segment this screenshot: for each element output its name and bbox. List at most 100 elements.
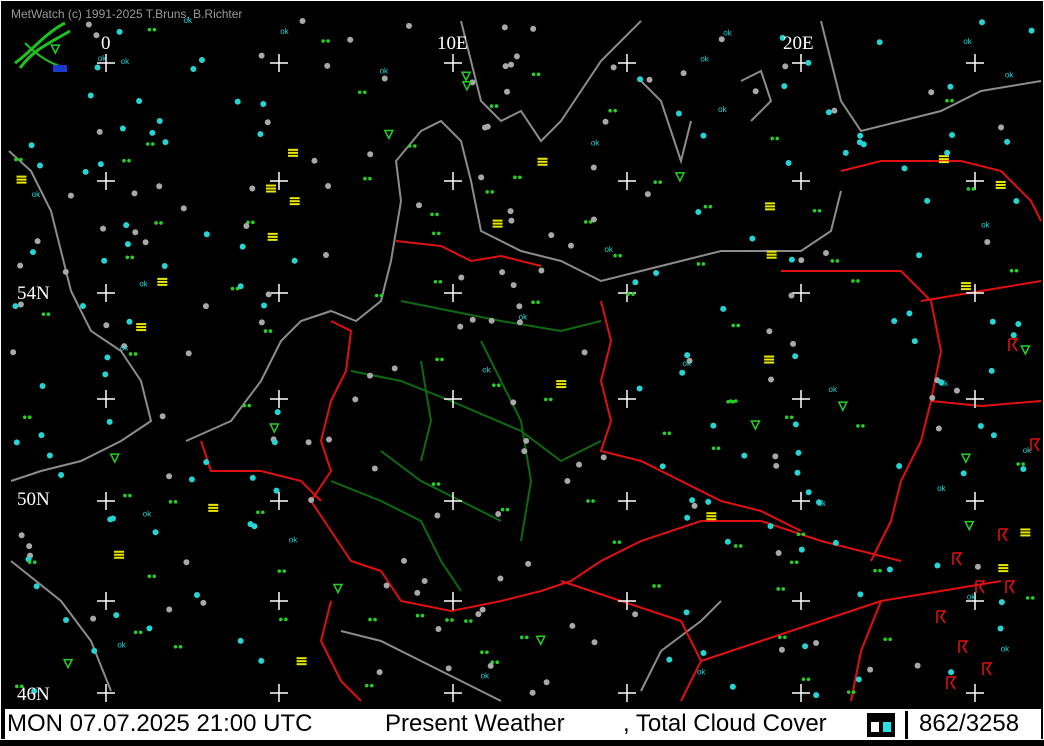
station-dot [805,489,812,496]
shower-triangle-icon [383,129,395,141]
shower-triangle-icon [50,44,61,55]
thunderstorm-icon [1005,580,1016,594]
station-dot [564,477,571,484]
ok-label: ok [591,139,600,148]
latitude-label-50n: 50N [17,489,50,510]
thunderstorm-icon [936,610,947,624]
rain-dot-icon [531,300,540,305]
station-dot [684,514,691,521]
rain-dot-icon [256,510,265,515]
station-dot [752,88,759,95]
rain-dot-icon [435,357,444,362]
station-dot [508,61,515,68]
station-dot [794,469,801,476]
station-dot [857,132,864,139]
station-dot [832,539,839,546]
fog-bars-icon [266,184,277,193]
station-dot [198,56,205,63]
station-dot [691,502,698,509]
station-dot [367,151,374,158]
station-dot [274,409,281,416]
rain-dot-icon [321,39,330,43]
rain-dot-icon [145,142,155,146]
station-dot [729,683,736,690]
station-dot [405,22,412,29]
station-dot [860,141,867,148]
rain-dot-icon [846,690,856,694]
rain-dot-icon [856,424,865,428]
station-dot [510,282,517,289]
ok-label: ok [1005,70,1014,79]
station-dot [414,589,421,596]
coastlines [8,20,1042,702]
rain-dot-icon [733,544,743,548]
station-dot [507,208,514,215]
fog-bars-icon [1020,528,1031,537]
station-dot [998,599,1005,606]
station-dot [445,665,452,672]
station-dot [644,191,651,198]
station-dot [855,676,862,683]
copyright-credit: MetWatch (c) 1991-2025 T.Bruns, B.Richte… [11,7,243,21]
shower-triangle-icon [62,658,74,670]
station-dot [149,129,156,136]
station-dot [124,241,131,248]
station-dot [914,662,921,669]
station-dot [911,338,918,345]
station-dot [34,238,41,245]
station-dot [788,256,795,263]
station-dot [632,611,639,618]
station-dot [785,159,792,166]
station-dot [610,64,617,71]
station-dot [510,399,517,406]
station-dot [258,52,265,59]
rain-dot-icon [480,650,489,654]
station-dot [1013,197,1020,204]
station-dot [126,318,133,325]
rain-dot-icon [1009,268,1019,273]
cloud-cover-legend-icon [867,713,895,737]
metwatch-logo-icon [14,21,71,72]
station-dot [795,449,802,456]
station-dot [984,238,991,245]
station-dot [773,462,780,469]
station-dot [781,83,788,90]
thunderstorm-icon [975,580,986,594]
rain-dot-icon [711,446,721,451]
station-dot [632,279,639,286]
station-dot [38,432,45,439]
station-dot [434,512,441,519]
rain-dot-icon [431,482,441,486]
station-dot [516,303,523,310]
station-dot [96,128,103,135]
station-dot [576,461,583,468]
ok-label: ok [481,672,490,681]
station-dot [101,257,108,264]
station-dot [876,39,883,46]
station-dot [87,92,94,99]
station-dot [260,100,267,107]
rain-dot-icon [531,72,541,77]
station-dot [637,76,644,83]
station-dot [590,164,597,171]
ok-label: ok [700,55,709,64]
station-dot [162,139,169,146]
shower-triangle-icon [960,453,972,464]
weather-map[interactable]: ok ok ok ok ok ok ok ok ok ok ok ok ok ok ok ok ok ok ok ok… [0,0,1044,740]
rain-dot-icon [485,190,494,194]
longitude-label-10e: 10E [437,33,468,54]
fog-bars-icon [938,155,949,164]
station-dot [352,396,359,403]
ok-label: ok [829,385,838,394]
station-dot [33,583,40,590]
station-dot [79,302,86,309]
station-dot [63,616,70,623]
fog-bars-icon [492,219,503,228]
station-dot [960,470,967,477]
station-dot [569,622,576,629]
station-dot [136,97,143,104]
rain-dot-icon [445,618,454,622]
station-dot [944,149,951,156]
station-dot [119,125,126,132]
station-dot [916,252,923,259]
